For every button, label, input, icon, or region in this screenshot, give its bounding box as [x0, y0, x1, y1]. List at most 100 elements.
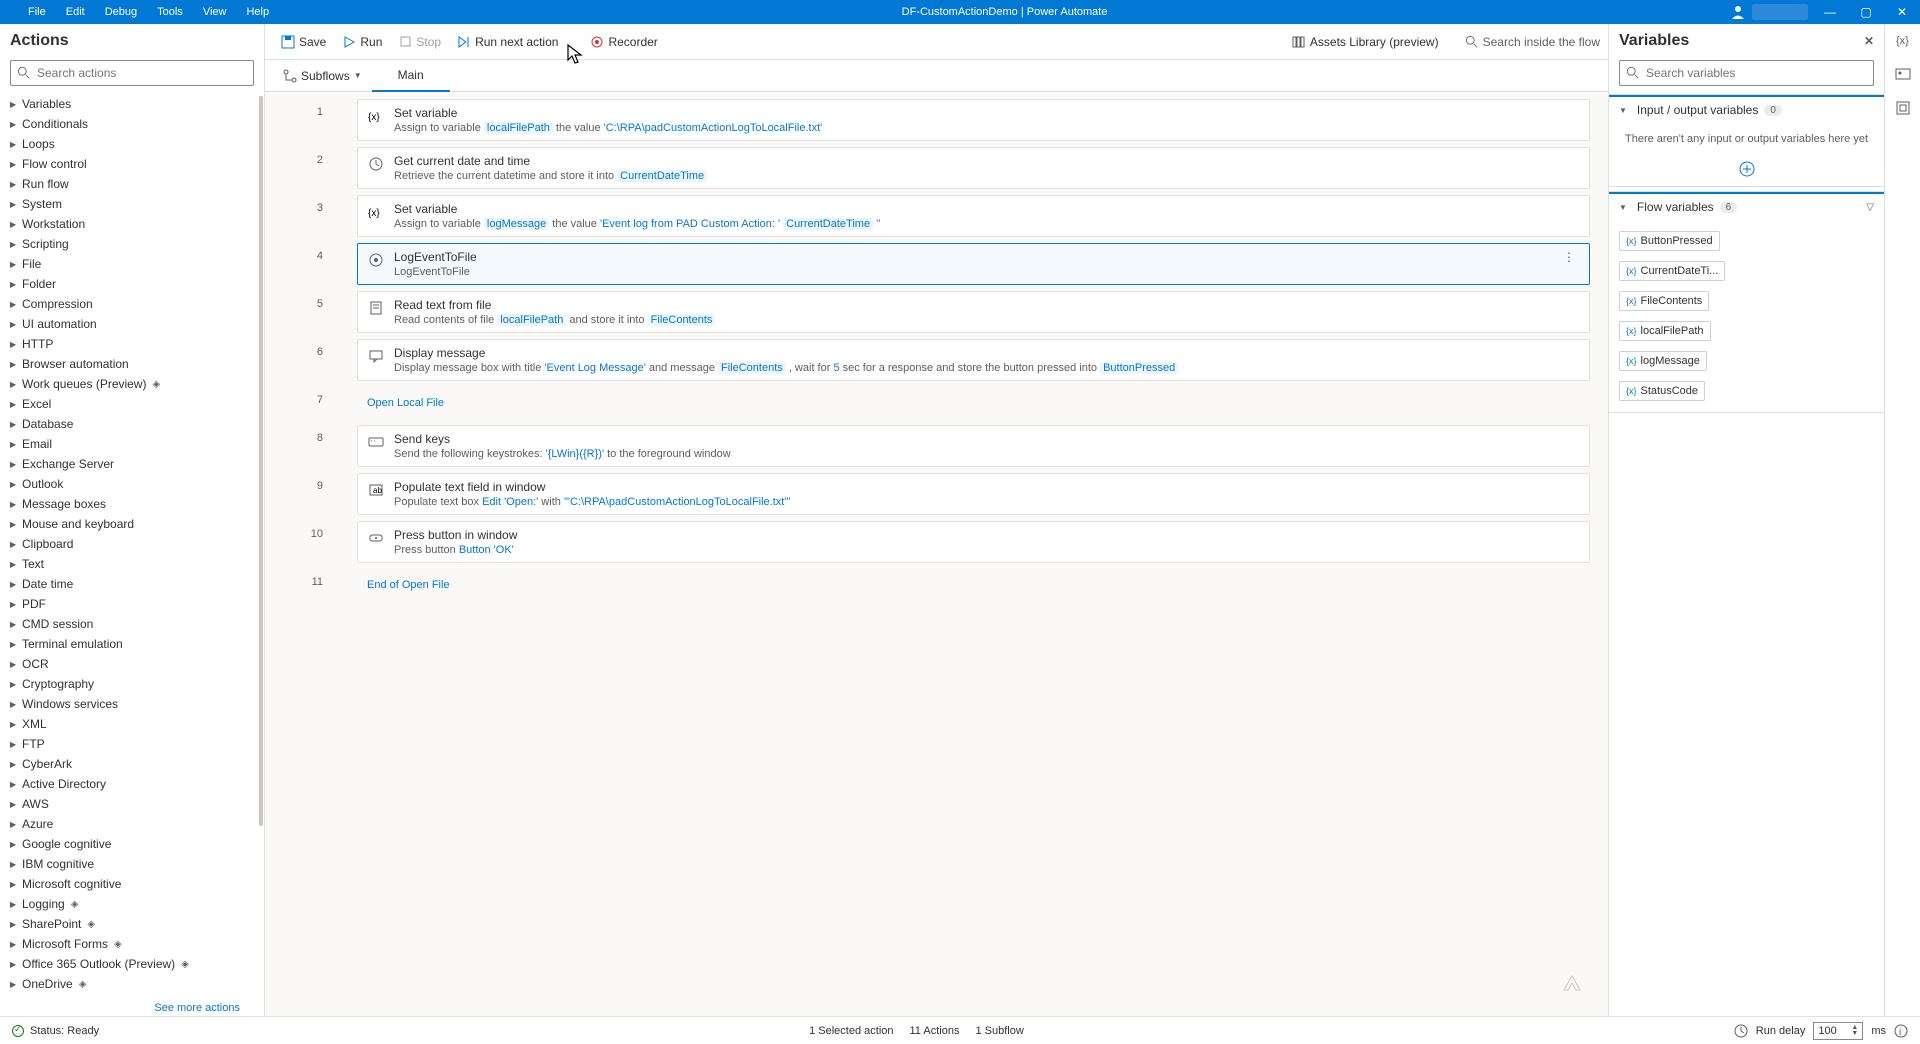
- action-category[interactable]: ▶Windows services: [6, 694, 258, 714]
- action-category[interactable]: ▶Email: [6, 434, 258, 454]
- variable-chip[interactable]: {x}StatusCode: [1619, 381, 1705, 401]
- stop-button[interactable]: Stop: [390, 35, 449, 49]
- tab-main[interactable]: Main: [372, 60, 450, 92]
- action-category[interactable]: ▶Work queues (Preview)◈: [6, 374, 258, 394]
- action-category[interactable]: ▶Logging◈: [6, 894, 258, 914]
- assets-library-button[interactable]: Assets Library (preview): [1284, 35, 1447, 49]
- flow-step[interactable]: Get current date and timeRetrieve the cu…: [357, 147, 1590, 189]
- flow-step[interactable]: abPopulate text field in windowPopulate …: [357, 473, 1590, 515]
- action-category[interactable]: ▶Text: [6, 554, 258, 574]
- run-delay-input[interactable]: 100 ▲▼: [1813, 1022, 1863, 1040]
- menu-view[interactable]: View: [193, 6, 237, 18]
- action-category[interactable]: ▶XML: [6, 714, 258, 734]
- flow-step[interactable]: LogEventToFileLogEventToFile⋮: [357, 243, 1590, 285]
- action-category[interactable]: ▶Azure: [6, 814, 258, 834]
- action-category[interactable]: ▶Folder: [6, 274, 258, 294]
- subflow-marker[interactable]: Open Local File: [357, 387, 1590, 419]
- action-category[interactable]: ▶FTP: [6, 734, 258, 754]
- action-category[interactable]: ▶Variables: [6, 94, 258, 114]
- flow-step[interactable]: Press button in windowPress button Butto…: [357, 521, 1590, 563]
- io-variables-header[interactable]: ▼ Input / output variables 0: [1609, 95, 1884, 123]
- action-category[interactable]: ▶Cryptography: [6, 674, 258, 694]
- actions-scrollbar[interactable]: [259, 96, 263, 826]
- action-category[interactable]: ▶UI automation: [6, 314, 258, 334]
- close-button[interactable]: ✕: [1884, 5, 1920, 19]
- action-category[interactable]: ▶Microsoft cognitive: [6, 874, 258, 894]
- info-icon[interactable]: i: [1894, 1024, 1908, 1038]
- run-button[interactable]: Run: [334, 35, 390, 49]
- action-category[interactable]: ▶Outlook: [6, 474, 258, 494]
- flow-canvas[interactable]: 1{x}Set variableAssign to variable local…: [265, 92, 1608, 1016]
- step-menu-button[interactable]: ⋮: [1559, 250, 1579, 264]
- maximize-button[interactable]: ▢: [1848, 5, 1884, 19]
- variables-search-input[interactable]: [1646, 66, 1867, 80]
- action-category[interactable]: ▶CMD session: [6, 614, 258, 634]
- menu-debug[interactable]: Debug: [95, 6, 147, 18]
- flow-step[interactable]: {x}Set variableAssign to variable localF…: [357, 99, 1590, 141]
- see-more-link[interactable]: See more actions: [154, 1002, 240, 1014]
- menu-help[interactable]: Help: [236, 6, 279, 18]
- action-category[interactable]: ▶Workstation: [6, 214, 258, 234]
- action-category[interactable]: ▶CyberArk: [6, 754, 258, 774]
- action-category[interactable]: ▶Message boxes: [6, 494, 258, 514]
- ui-elements-rail-icon[interactable]: [1895, 100, 1911, 116]
- menu-file[interactable]: File: [18, 6, 56, 18]
- action-category[interactable]: ▶IBM cognitive: [6, 854, 258, 874]
- flow-step[interactable]: {x}Set variableAssign to variable logMes…: [357, 195, 1590, 237]
- actions-search-input[interactable]: [37, 66, 247, 80]
- flow-step[interactable]: Send keysSend the following keystrokes: …: [357, 425, 1590, 467]
- action-category[interactable]: ▶Active Directory: [6, 774, 258, 794]
- action-category[interactable]: ▶Office 365 Outlook (Preview)◈: [6, 954, 258, 974]
- action-category[interactable]: ▶OCR: [6, 654, 258, 674]
- action-category[interactable]: ▶Flow control: [6, 154, 258, 174]
- flow-search[interactable]: Search inside the flow: [1465, 35, 1600, 49]
- action-category[interactable]: ▶AWS: [6, 794, 258, 814]
- action-category[interactable]: ▶System: [6, 194, 258, 214]
- action-category[interactable]: ▶PDF: [6, 594, 258, 614]
- action-category[interactable]: ▶File: [6, 254, 258, 274]
- variable-chip[interactable]: {x}CurrentDateTi...: [1619, 261, 1725, 281]
- variable-chip[interactable]: {x}localFilePath: [1619, 321, 1711, 341]
- flow-hint-icon[interactable]: [1562, 974, 1586, 998]
- account-badge[interactable]: [1752, 4, 1808, 20]
- subflow-marker[interactable]: End of Open File: [357, 569, 1590, 601]
- close-variables-button[interactable]: ✕: [1864, 34, 1874, 48]
- minimize-button[interactable]: —: [1812, 5, 1848, 19]
- action-category[interactable]: ▶Google cognitive: [6, 834, 258, 854]
- account-icon[interactable]: [1730, 4, 1746, 20]
- variables-search[interactable]: [1619, 60, 1874, 86]
- action-category[interactable]: ▶Microsoft Forms◈: [6, 934, 258, 954]
- action-category[interactable]: ▶Browser automation: [6, 354, 258, 374]
- flow-step[interactable]: Display messageDisplay message box with …: [357, 339, 1590, 381]
- action-category[interactable]: ▶Mouse and keyboard: [6, 514, 258, 534]
- action-category[interactable]: ▶Clipboard: [6, 534, 258, 554]
- variable-chip[interactable]: {x}logMessage: [1619, 351, 1707, 371]
- menu-tools[interactable]: Tools: [147, 6, 193, 18]
- action-category[interactable]: ▶OneDrive◈: [6, 974, 258, 994]
- actions-search[interactable]: [10, 60, 254, 86]
- variables-rail-icon[interactable]: {x}: [1895, 32, 1911, 48]
- action-category[interactable]: ▶Date time: [6, 574, 258, 594]
- flow-variables-header[interactable]: ▼ Flow variables 6 ▽: [1609, 192, 1884, 220]
- recorder-button[interactable]: Recorder: [582, 35, 665, 49]
- action-category[interactable]: ▶Terminal emulation: [6, 634, 258, 654]
- variable-chip[interactable]: {x}ButtonPressed: [1619, 231, 1720, 251]
- subflows-dropdown[interactable]: Subflows ▼: [273, 69, 372, 83]
- add-io-variable-button[interactable]: [1609, 155, 1884, 186]
- images-rail-icon[interactable]: [1895, 66, 1911, 82]
- action-category[interactable]: ▶Compression: [6, 294, 258, 314]
- action-category[interactable]: ▶Run flow: [6, 174, 258, 194]
- action-category[interactable]: ▶HTTP: [6, 334, 258, 354]
- menu-edit[interactable]: Edit: [56, 6, 95, 18]
- variable-chip[interactable]: {x}FileContents: [1619, 291, 1709, 311]
- filter-icon[interactable]: ▽: [1866, 202, 1874, 213]
- action-category[interactable]: ▶Excel: [6, 394, 258, 414]
- action-category[interactable]: ▶Exchange Server: [6, 454, 258, 474]
- action-category[interactable]: ▶Loops: [6, 134, 258, 154]
- flow-step[interactable]: Read text from fileRead contents of file…: [357, 291, 1590, 333]
- run-next-button[interactable]: Run next action: [449, 35, 566, 49]
- action-category[interactable]: ▶Conditionals: [6, 114, 258, 134]
- spinner-arrows[interactable]: ▲▼: [1851, 1025, 1858, 1037]
- save-button[interactable]: Save: [273, 35, 334, 49]
- action-category[interactable]: ▶Database: [6, 414, 258, 434]
